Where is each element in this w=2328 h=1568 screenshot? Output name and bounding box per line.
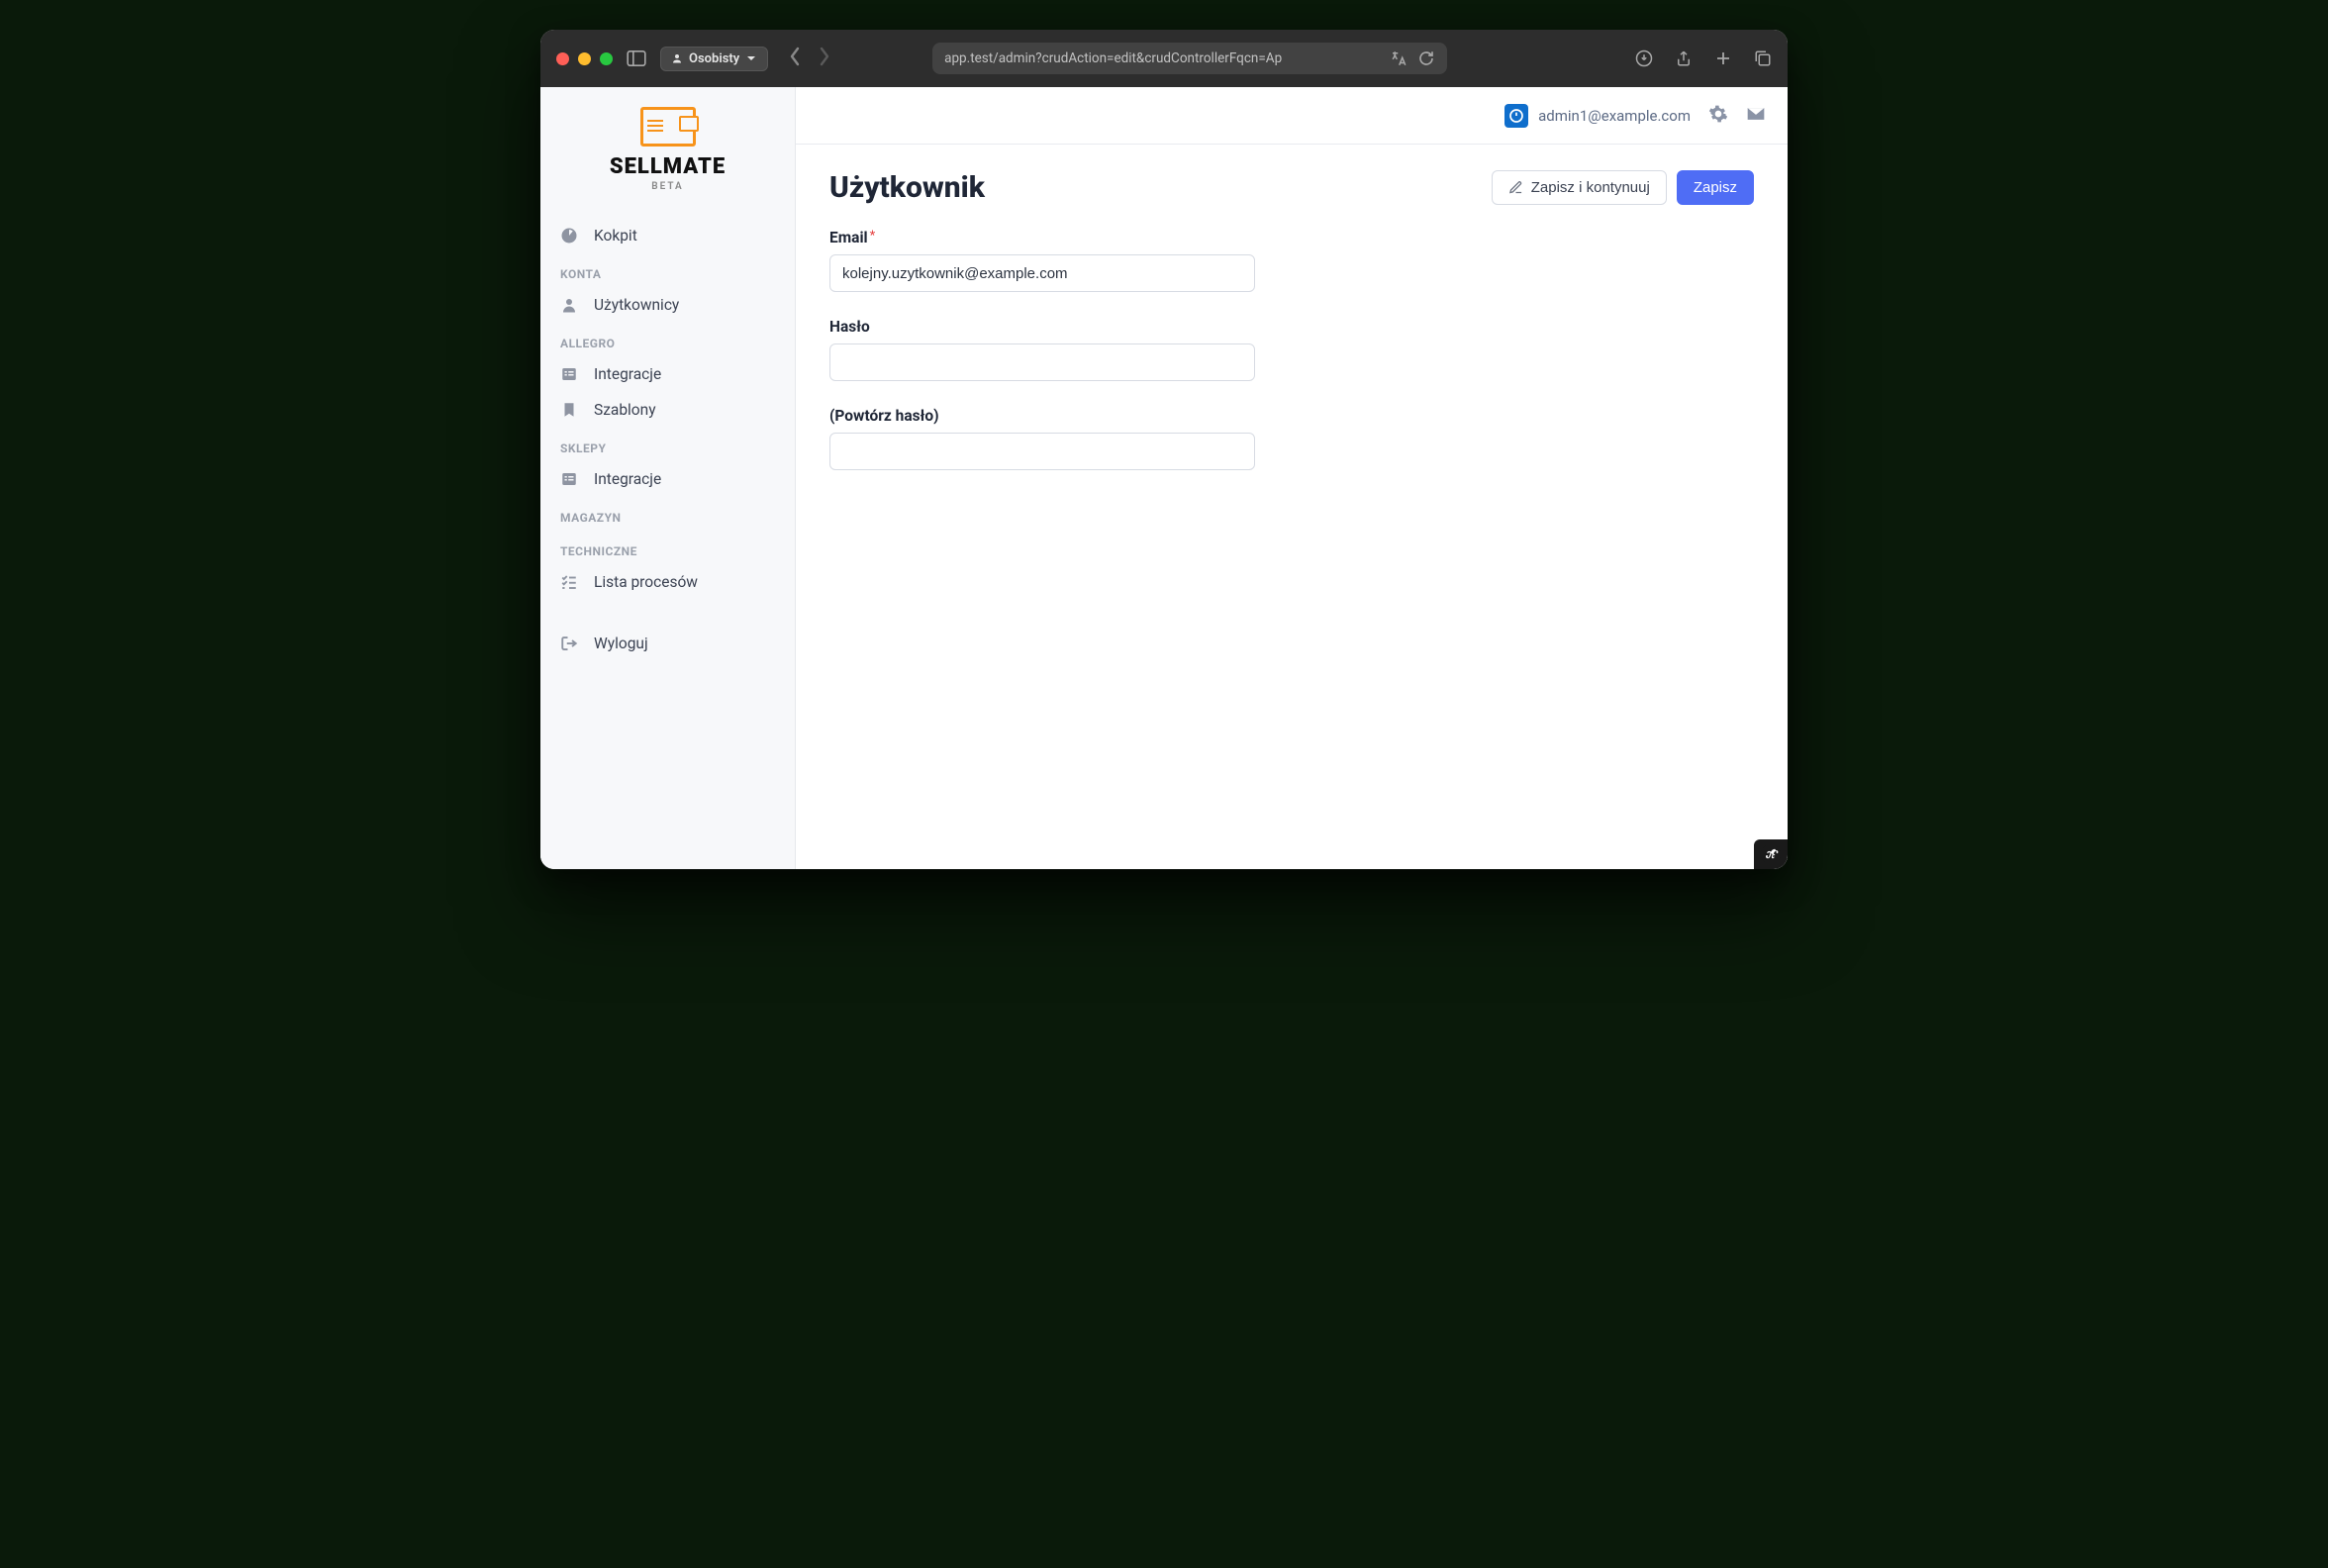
list-icon [560, 470, 580, 488]
symfony-toolbar-badge[interactable] [1754, 839, 1788, 869]
sidebar-nav: Kokpit KONTA Użytkownicy ALLEGRO Integra… [540, 210, 795, 669]
sidebar-section-shops: SKLEPY [540, 428, 795, 461]
password-field[interactable] [829, 343, 1255, 381]
sidebar-item-label: Wyloguj [594, 635, 648, 652]
list-icon [560, 365, 580, 383]
sidebar-item-integrations-allegro[interactable]: Integracje [540, 356, 795, 392]
email-label: Email* [829, 229, 1255, 246]
sidebar-section-technical: TECHNICZNE [540, 531, 795, 564]
sidebar-item-templates[interactable]: Szablony [540, 392, 795, 428]
sidebar-item-label: Integracje [594, 470, 661, 488]
browser-window: Osobisty app.test/admin?crudAction=edit&… [540, 30, 1788, 869]
browser-forward-button[interactable] [818, 47, 831, 70]
sidebar-item-integrations-shops[interactable]: Integracje [540, 461, 795, 497]
sidebar-item-label: Szablony [594, 401, 656, 419]
user-menu[interactable]: admin1@example.com [1504, 104, 1691, 128]
sidebar-item-logout[interactable]: Wyloguj [540, 626, 795, 661]
mail-button[interactable] [1746, 104, 1766, 128]
sidebar-item-users[interactable]: Użytkownicy [540, 287, 795, 323]
browser-toolbar: Osobisty app.test/admin?crudAction=edit&… [540, 30, 1788, 87]
reload-icon[interactable] [1417, 49, 1435, 67]
app-root: SELLMATE BETA Kokpit KONTA Użytkownicy [540, 87, 1788, 869]
save-and-continue-button[interactable]: Zapisz i kontynuuj [1492, 170, 1667, 205]
password-repeat-label: (Powtórz hasło) [829, 407, 1255, 425]
browser-sidebar-toggle[interactable] [627, 50, 646, 66]
browser-profile-menu[interactable]: Osobisty [660, 47, 768, 71]
window-close-button[interactable] [556, 52, 569, 65]
envelope-icon [1746, 104, 1766, 124]
sidebar-item-label: Integracje [594, 365, 661, 383]
sidebar-item-label: Lista procesów [594, 573, 698, 591]
page-actions: Zapisz i kontynuuj Zapisz [1492, 170, 1754, 205]
email-field[interactable] [829, 254, 1255, 292]
bookmark-icon [560, 401, 580, 419]
button-label: Zapisz i kontynuuj [1531, 179, 1650, 196]
browser-right-controls [1635, 49, 1772, 67]
content: Użytkownik Zapisz i kontynuuj Zapisz [796, 145, 1788, 522]
browser-profile-label: Osobisty [689, 51, 739, 66]
browser-url-text: app.test/admin?crudAction=edit&crudContr… [944, 50, 1382, 66]
user-email-label: admin1@example.com [1538, 107, 1691, 125]
brand-name: SELLMATE [610, 154, 726, 179]
browser-address-bar[interactable]: app.test/admin?crudAction=edit&crudContr… [932, 43, 1447, 74]
sidebar-item-process-list[interactable]: Lista procesów [540, 564, 795, 600]
button-label: Zapisz [1694, 179, 1737, 196]
gear-icon [1708, 104, 1728, 124]
brand-logo[interactable]: SELLMATE BETA [540, 101, 795, 210]
dashboard-icon [560, 227, 580, 245]
form-group-password-repeat: (Powtórz hasło) [829, 407, 1255, 470]
new-tab-icon[interactable] [1714, 49, 1732, 67]
tasks-icon [560, 573, 580, 591]
page-header: Użytkownik Zapisz i kontynuuj Zapisz [829, 170, 1754, 205]
translate-icon[interactable] [1390, 49, 1407, 67]
window-zoom-button[interactable] [600, 52, 613, 65]
settings-button[interactable] [1708, 104, 1728, 128]
brand-subtitle: BETA [651, 181, 683, 192]
downloads-icon[interactable] [1635, 49, 1653, 67]
window-controls [556, 52, 613, 65]
browser-nav-arrows [788, 47, 831, 70]
form-group-email: Email* [829, 229, 1255, 292]
sidebar-section-allegro: ALLEGRO [540, 323, 795, 356]
symfony-icon [1760, 843, 1782, 865]
sidebar-item-label: Kokpit [594, 227, 637, 245]
brand-mark-icon [640, 107, 696, 147]
edit-icon [1508, 180, 1523, 195]
main-area: admin1@example.com Użytkownik Zapisz i k… [796, 87, 1788, 869]
sidebar-item-dashboard[interactable]: Kokpit [540, 218, 795, 253]
sidebar-section-accounts: KONTA [540, 253, 795, 287]
logout-icon [560, 635, 580, 652]
save-button[interactable]: Zapisz [1677, 170, 1754, 205]
topbar: admin1@example.com [796, 87, 1788, 145]
sidebar-item-label: Użytkownicy [594, 296, 679, 314]
tabs-overview-icon[interactable] [1754, 49, 1772, 67]
password-repeat-field[interactable] [829, 433, 1255, 470]
password-label: Hasło [829, 318, 1255, 336]
form-group-password: Hasło [829, 318, 1255, 381]
page-title: Użytkownik [829, 170, 985, 205]
user-form: Email* Hasło (Powtórz hasło) [829, 229, 1255, 470]
browser-back-button[interactable] [788, 47, 802, 70]
user-icon [560, 296, 580, 314]
window-minimize-button[interactable] [578, 52, 591, 65]
avatar-icon [1504, 104, 1528, 128]
sidebar-section-warehouse: MAGAZYN [540, 497, 795, 531]
sidebar: SELLMATE BETA Kokpit KONTA Użytkownicy [540, 87, 796, 869]
required-indicator: * [870, 229, 876, 244]
share-icon[interactable] [1675, 49, 1693, 67]
